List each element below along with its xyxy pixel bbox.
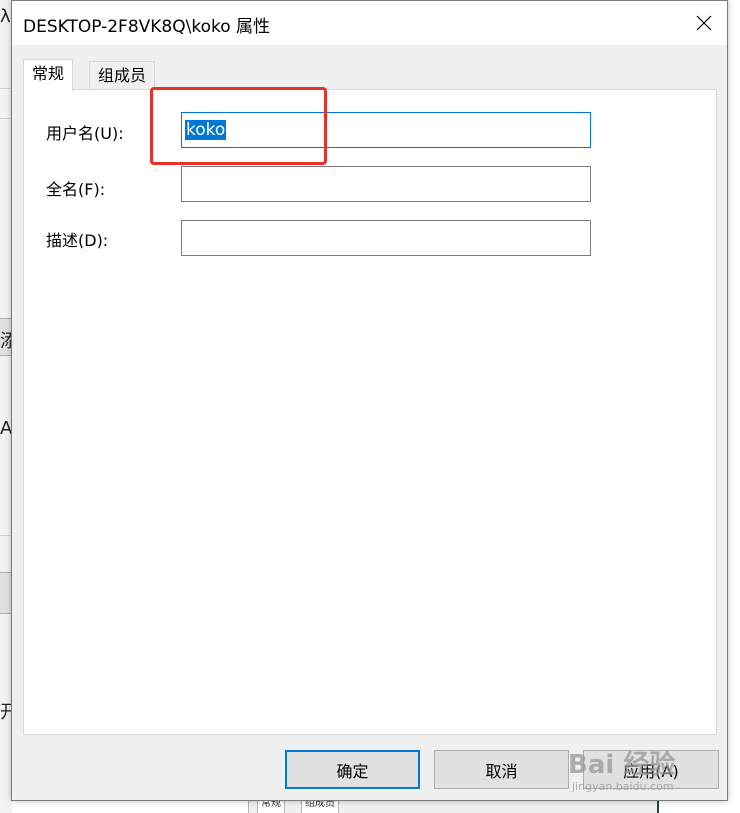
close-button[interactable] — [681, 1, 727, 45]
close-icon — [696, 15, 712, 31]
fullname-field[interactable] — [181, 166, 591, 202]
cancel-button[interactable]: 取消 — [434, 750, 569, 789]
dialog-title: DESKTOP-2F8VK8Q\koko 属性 — [23, 17, 271, 37]
username-label: 用户名(U): — [46, 124, 124, 143]
ok-button[interactable]: 确定 — [285, 750, 420, 789]
apply-button[interactable]: 应用(A) — [583, 750, 719, 789]
highlight-annotation-box — [150, 87, 327, 165]
properties-dialog: DESKTOP-2F8VK8Q\koko 属性 常规 组成员 用户名(U): k… — [11, 0, 728, 801]
tab-group-members[interactable]: 组成员 — [89, 61, 156, 89]
title-bar: DESKTOP-2F8VK8Q\koko 属性 — [12, 1, 727, 45]
tab-general[interactable]: 常规 — [23, 59, 74, 90]
description-label: 描述(D): — [46, 231, 109, 250]
description-field[interactable] — [181, 220, 591, 256]
general-tab-panel: 用户名(U): koko 全名(F): 描述(D): — [23, 87, 717, 735]
fullname-label: 全名(F): — [46, 180, 106, 199]
